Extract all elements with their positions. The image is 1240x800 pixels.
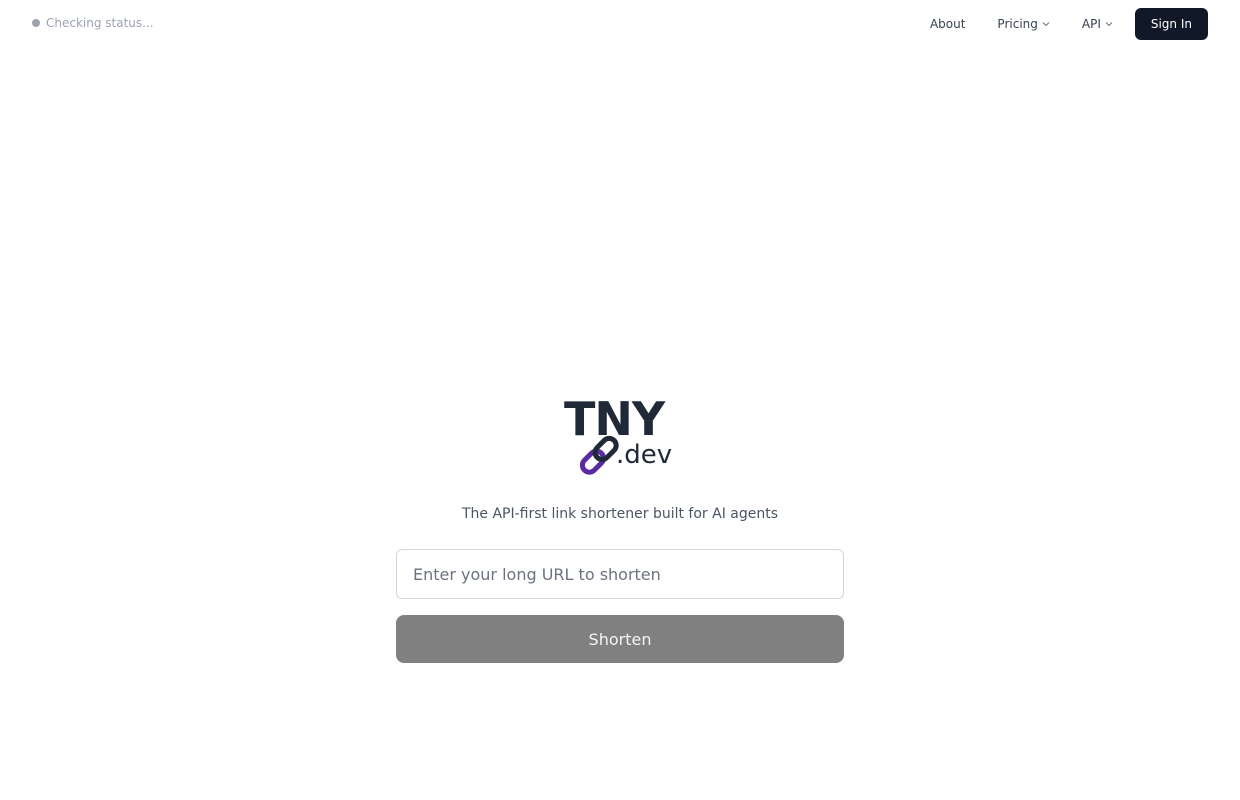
top-bar: Checking status... About Pricing API Sig… bbox=[0, 0, 1240, 48]
nav-pricing-label: Pricing bbox=[997, 17, 1038, 31]
long-url-input[interactable] bbox=[396, 549, 844, 599]
sign-in-button[interactable]: Sign In bbox=[1134, 8, 1208, 40]
tagline: The API-first link shortener built for A… bbox=[461, 506, 779, 522]
main-nav: About Pricing API Sign In bbox=[930, 8, 1208, 40]
tny-dev-logo: TNY .dev bbox=[562, 392, 680, 480]
logo-suffix: .dev bbox=[616, 440, 673, 470]
nav-api-menu[interactable]: API bbox=[1082, 17, 1113, 31]
chevron-down-icon bbox=[1042, 22, 1050, 27]
chevron-down-icon bbox=[1105, 22, 1113, 27]
nav-about-label: About bbox=[929, 17, 966, 31]
nav-api-label: API bbox=[1081, 17, 1101, 31]
shorten-button[interactable]: Shorten bbox=[396, 615, 844, 663]
service-status: Checking status... bbox=[32, 16, 154, 30]
status-dot-icon bbox=[32, 19, 40, 27]
status-text: Checking status... bbox=[46, 16, 154, 30]
nav-about-link[interactable]: About bbox=[930, 17, 965, 31]
nav-pricing-menu[interactable]: Pricing bbox=[997, 17, 1050, 31]
